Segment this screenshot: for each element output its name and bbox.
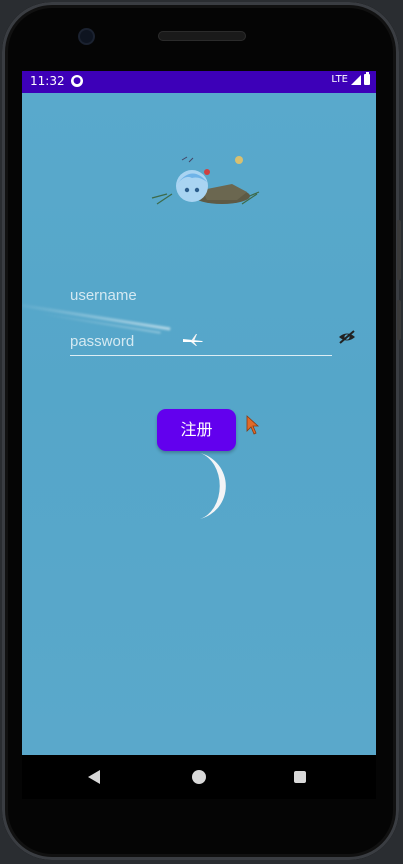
- mouse-cursor-icon: [246, 415, 260, 435]
- username-input[interactable]: username: [70, 287, 332, 311]
- status-time: 11:32: [30, 74, 65, 88]
- moon-icon: [200, 453, 226, 519]
- front-camera: [80, 30, 93, 43]
- register-button[interactable]: 注册: [157, 409, 236, 451]
- app-screen: 11:32 ● LTE username password 注册: [22, 71, 376, 755]
- mascot-icon: [151, 156, 260, 205]
- power-button: [397, 300, 401, 340]
- password-input[interactable]: password: [70, 333, 332, 356]
- eye-off-icon[interactable]: [337, 329, 357, 345]
- back-icon[interactable]: [88, 770, 100, 784]
- volume-button: [397, 220, 401, 280]
- earpiece-speaker: [158, 31, 246, 41]
- signal-icon: [351, 74, 361, 85]
- recents-icon[interactable]: [294, 771, 306, 783]
- status-bar: 11:32 ● LTE: [22, 71, 376, 93]
- app-icon: ●: [71, 75, 83, 87]
- home-icon[interactable]: [192, 770, 206, 784]
- status-indicators: LTE: [331, 72, 370, 85]
- battery-icon: [364, 72, 370, 85]
- network-type: LTE: [331, 74, 348, 85]
- navigation-bar: [22, 755, 376, 799]
